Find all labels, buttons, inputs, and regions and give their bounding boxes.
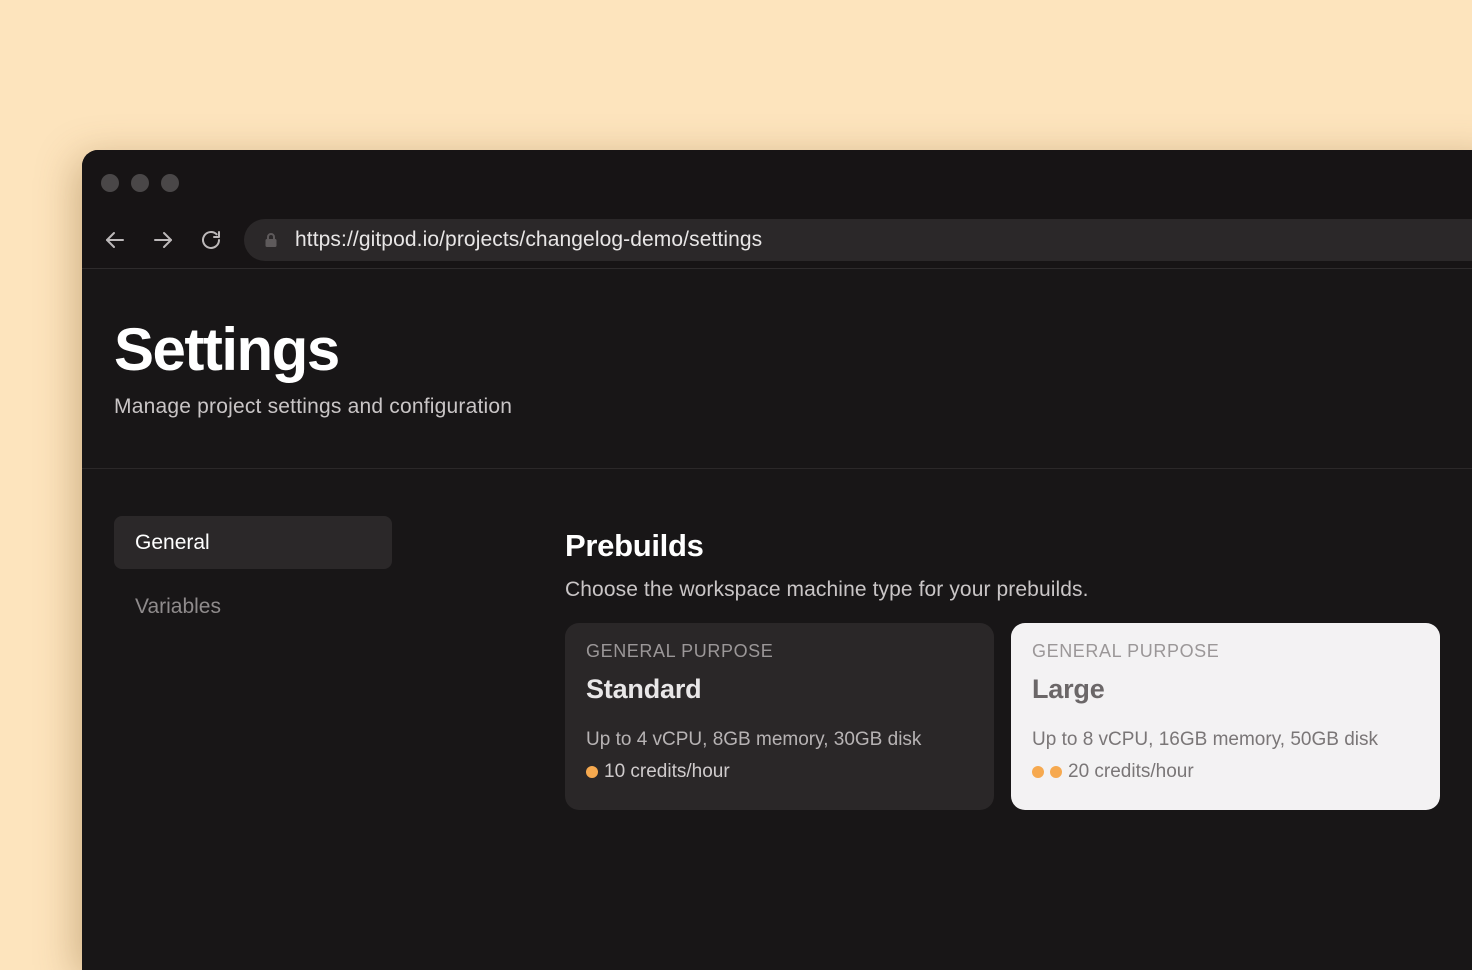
arrow-right-icon [154,232,172,248]
machine-category: GENERAL PURPOSE [586,641,774,661]
window-close-button[interactable] [101,174,119,192]
credits-label: 20 credits/hour [1068,761,1194,782]
browser-toolbar: https://gitpod.io/projects/changelog-dem… [82,150,1472,269]
back-button[interactable] [101,226,129,254]
sidebar-item-variables[interactable]: Variables [114,580,392,633]
window-minimize-button[interactable] [131,174,149,192]
reload-icon [202,231,220,249]
page-header: Settings Manage project settings and con… [82,269,1472,469]
forward-button[interactable] [149,226,177,254]
machine-credits: 10 credits/hour [586,761,973,783]
machine-name: Standard [586,674,702,704]
reload-button[interactable] [197,226,225,254]
machine-specs: Up to 4 vCPU, 8GB memory, 30GB disk [586,729,922,750]
machine-category: GENERAL PURPOSE [1032,641,1220,661]
machine-name: Large [1032,674,1105,704]
settings-sidebar: General Variables [114,516,392,644]
machine-option-standard[interactable]: GENERAL PURPOSE Standard Up to 4 vCPU, 8… [565,623,994,810]
credit-dot-icon [1032,766,1044,778]
credit-dot-icon [586,766,598,778]
section-description: Choose the workspace machine type for yo… [565,578,1089,601]
machine-credits: 20 credits/hour [1032,761,1419,783]
url-text[interactable]: https://gitpod.io/projects/changelog-dem… [295,228,762,252]
arrow-left-icon [106,232,124,248]
lock-icon [264,232,278,248]
browser-window: https://gitpod.io/projects/changelog-dem… [82,150,1472,970]
sidebar-item-general[interactable]: General [114,516,392,569]
credit-dot-icon [1050,766,1062,778]
prebuilds-section: Prebuilds Choose the workspace machine t… [565,528,1465,602]
window-zoom-button[interactable] [161,174,179,192]
page-title: Settings [114,316,340,383]
credit-dots [586,766,598,778]
page-subtitle: Manage project settings and configuratio… [114,395,513,418]
machine-specs: Up to 8 vCPU, 16GB memory, 50GB disk [1032,729,1378,750]
address-bar[interactable]: https://gitpod.io/projects/changelog-dem… [244,219,1472,261]
machine-option-large[interactable]: GENERAL PURPOSE Large Up to 8 vCPU, 16GB… [1011,623,1440,810]
credits-label: 10 credits/hour [604,761,730,782]
section-title: Prebuilds [565,528,704,563]
credit-dots [1032,766,1062,778]
